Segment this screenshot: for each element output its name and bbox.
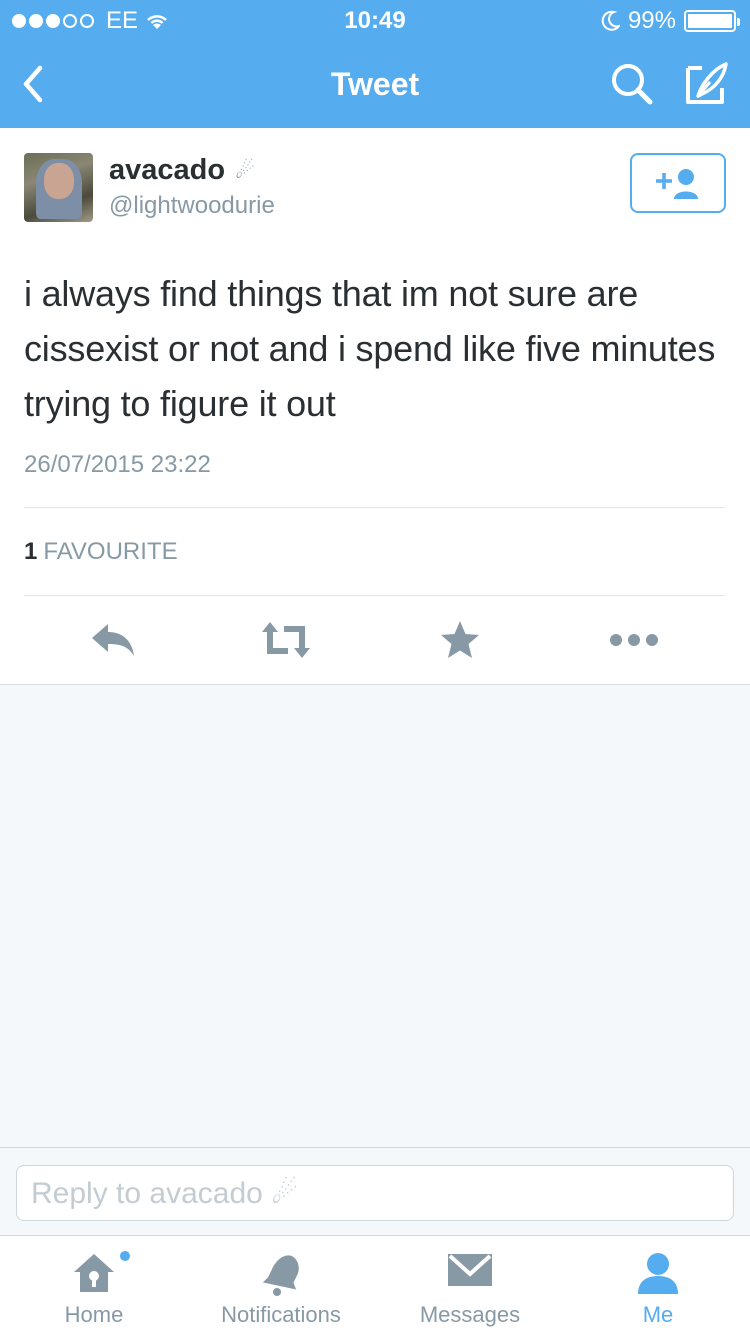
tab-label: Home: [64, 1302, 124, 1327]
battery-icon: [684, 10, 740, 32]
favorite-icon: [441, 621, 479, 658]
favorite-button[interactable]: [438, 618, 482, 662]
tab-bar: Home Notifications Messages Me: [0, 1235, 750, 1334]
navigation-bar: Tweet: [0, 40, 750, 128]
display-name[interactable]: avacado: [109, 154, 225, 187]
favourite-count-row[interactable]: 1 FAVOURITE: [24, 538, 178, 566]
app-header: EE 10:49 99% Tweet: [0, 0, 750, 128]
favourite-label: FAVOURITE: [43, 538, 178, 565]
battery-percent: 99%: [627, 7, 676, 34]
tab-label: Notifications: [221, 1302, 341, 1327]
tweet-timestamp: 26/07/2015 23:22: [24, 451, 211, 478]
tab-label: Me: [642, 1302, 674, 1327]
bell-icon: [262, 1255, 299, 1296]
tab-home[interactable]: Home: [24, 1236, 164, 1334]
compose-icon: [686, 62, 728, 104]
reply-input[interactable]: Reply to avacado ☄: [16, 1165, 734, 1221]
tweet-actions: [0, 618, 750, 662]
tab-notifications[interactable]: Notifications: [200, 1236, 362, 1334]
reply-bar: Reply to avacado ☄: [0, 1147, 750, 1235]
tab-label: Messages: [419, 1302, 521, 1327]
unread-indicator: [120, 1251, 130, 1261]
follow-button[interactable]: [630, 153, 726, 213]
envelope-icon: [448, 1254, 492, 1286]
author-name-row: avacado ☄: [109, 154, 255, 187]
search-button[interactable]: [608, 60, 656, 108]
battery-level: [688, 14, 732, 28]
divider: [24, 595, 725, 596]
avatar[interactable]: [24, 153, 93, 222]
reply-button[interactable]: [88, 618, 138, 662]
search-icon: [612, 64, 653, 105]
status-right: 99%: [600, 7, 740, 35]
retweet-icon: [262, 622, 310, 658]
tweet-detail: avacado ☄ @lightwoodurie i always find t…: [0, 128, 750, 685]
compose-button[interactable]: [680, 58, 732, 110]
user-handle[interactable]: @lightwoodurie: [109, 192, 275, 220]
more-icon: [610, 634, 658, 646]
reply-icon: [92, 624, 134, 656]
moon-icon: [601, 10, 620, 31]
comet-emoji: ☄: [235, 157, 255, 183]
add-user-icon: [656, 169, 698, 199]
tab-messages[interactable]: Messages: [400, 1236, 540, 1334]
more-button[interactable]: [608, 618, 660, 662]
tweet-text: i always find things that im not sure ar…: [24, 273, 716, 424]
tab-me[interactable]: Me: [588, 1236, 728, 1334]
person-icon: [638, 1253, 678, 1294]
favourite-count: 1: [24, 538, 38, 565]
divider: [24, 507, 725, 508]
status-bar: EE 10:49 99%: [0, 0, 750, 40]
home-icon: [74, 1254, 114, 1292]
retweet-button[interactable]: [258, 618, 314, 662]
